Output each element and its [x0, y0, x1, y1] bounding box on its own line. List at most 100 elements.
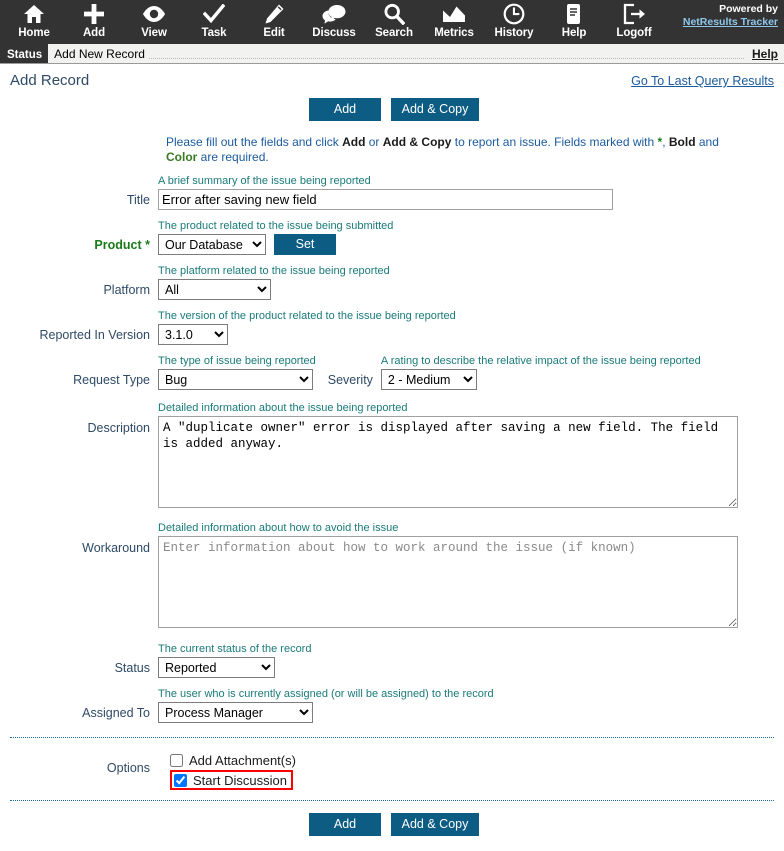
plus-icon: [83, 2, 105, 26]
go-to-last-query-results-link[interactable]: Go To Last Query Results: [631, 74, 774, 88]
field-row-request-type-severity: Request Type The type of issue being rep…: [0, 345, 784, 390]
status-help-link[interactable]: Help: [743, 44, 784, 63]
product-label-text: Product: [94, 238, 142, 252]
add-button-bottom[interactable]: Add: [309, 813, 381, 836]
intro-bold: Bold: [668, 135, 696, 149]
status-dotted-rule: [54, 58, 744, 59]
nav-label-logoff: Logoff: [616, 27, 652, 39]
platform-hint: The platform related to the issue being …: [158, 265, 390, 277]
bottom-button-row: Add Add & Copy: [0, 801, 784, 836]
start-discussion-checkbox[interactable]: [174, 773, 187, 787]
severity-select[interactable]: 2 - Medium: [380, 369, 477, 390]
nav-item-metrics[interactable]: Metrics: [424, 0, 484, 44]
nav-label-history: History: [494, 27, 534, 39]
nav-item-help[interactable]: Help: [544, 0, 604, 44]
nav-label-view: View: [141, 27, 167, 39]
pencil-icon: [263, 2, 285, 26]
add-attachment-checkbox[interactable]: [170, 753, 183, 767]
version-select[interactable]: 3.1.0: [158, 324, 228, 345]
status-help-label: Help: [751, 46, 778, 61]
intro-part1: Please fill out the fields and click: [166, 135, 343, 149]
nav-item-add[interactable]: Add: [64, 0, 124, 44]
intro-color: Color: [166, 150, 198, 164]
add-and-copy-button-top[interactable]: Add & Copy: [391, 98, 479, 121]
product-hint: The product related to the issue being s…: [158, 220, 394, 232]
home-icon: [23, 2, 45, 26]
speech-bubbles-icon: [322, 2, 346, 26]
status-bar: Status Add New Record Help: [0, 44, 784, 64]
field-row-product: Product * The product related to the iss…: [0, 210, 784, 255]
nav-item-task[interactable]: Task: [184, 0, 244, 44]
magnifier-icon: [383, 2, 405, 26]
start-discussion-highlight-box[interactable]: Start Discussion: [170, 770, 293, 790]
workaround-textarea[interactable]: [158, 536, 738, 628]
status-message: Add New Record: [54, 46, 149, 61]
netresults-tracker-link[interactable]: NetResults Tracker: [683, 16, 778, 29]
assigned-to-hint: The user who is currently assigned (or w…: [158, 688, 494, 700]
instructions-text: Please fill out the fields and click Add…: [0, 135, 784, 165]
request-type-select[interactable]: Bug: [158, 369, 313, 390]
exit-icon: [622, 2, 646, 26]
option-add-attachment[interactable]: Add Attachment(s): [158, 750, 784, 770]
intro-part3: to report an issue. Fields marked with: [451, 135, 658, 149]
platform-label: Platform: [103, 283, 150, 297]
assigned-to-label: Assigned To: [82, 706, 150, 720]
nav-label-metrics: Metrics: [434, 27, 474, 39]
intro-part2: or: [365, 135, 383, 149]
nav-item-view[interactable]: View: [124, 0, 184, 44]
severity-label: Severity: [327, 373, 373, 387]
description-label: Description: [87, 421, 150, 435]
description-hint: Detailed information about the issue bei…: [158, 402, 408, 414]
title-hint: A brief summary of the issue being repor…: [158, 175, 371, 187]
nav-label-search: Search: [375, 27, 413, 39]
nav-item-search[interactable]: Search: [364, 0, 424, 44]
nav-item-edit[interactable]: Edit: [244, 0, 304, 44]
title-input[interactable]: [158, 189, 613, 210]
options-label: Options: [106, 761, 150, 775]
page-header: Add Record Go To Last Query Results: [0, 64, 784, 98]
status-field-label: Status: [114, 661, 150, 675]
product-required-marker: *: [145, 238, 150, 252]
chart-icon: [442, 2, 466, 26]
field-row-options: Options Add Attachment(s) Start Discussi…: [0, 738, 784, 790]
nav-label-task: Task: [201, 27, 227, 39]
intro-part6: are required.: [197, 150, 269, 164]
version-hint: The version of the product related to th…: [158, 310, 456, 322]
status-tab-label: Status: [0, 44, 49, 63]
version-label: Reported In Version: [39, 328, 151, 342]
assigned-to-select[interactable]: Process Manager: [158, 702, 313, 723]
add-and-copy-button-bottom[interactable]: Add & Copy: [391, 813, 479, 836]
request-type-label: Request Type: [73, 373, 150, 387]
field-row-version: Reported In Version The version of the p…: [0, 300, 784, 345]
workaround-label: Workaround: [82, 541, 150, 555]
status-select[interactable]: Reported: [158, 657, 275, 678]
option-start-discussion-row: Start Discussion: [170, 770, 784, 790]
nav-item-logoff[interactable]: Logoff: [604, 0, 664, 44]
intro-add-copy: Add & Copy: [382, 135, 452, 149]
nav-label-home: Home: [18, 27, 50, 39]
nav-label-discuss: Discuss: [312, 27, 356, 39]
nav-label-edit: Edit: [263, 27, 285, 39]
nav-item-history[interactable]: History: [484, 0, 544, 44]
platform-select[interactable]: All: [158, 279, 271, 300]
field-row-description: Description Detailed information about t…: [0, 390, 784, 513]
set-product-button[interactable]: Set: [274, 234, 336, 255]
nav-item-home[interactable]: Home: [4, 0, 64, 44]
product-label: Product *: [0, 238, 158, 255]
powered-by-block: Powered by NetResults Tracker: [683, 3, 778, 29]
add-button-top[interactable]: Add: [309, 98, 381, 121]
field-row-workaround: Workaround Detailed information about ho…: [0, 513, 784, 633]
add-attachment-label: Add Attachment(s): [189, 752, 296, 768]
nav-label-help: Help: [561, 27, 587, 39]
description-textarea[interactable]: A "duplicate owner" error is displayed a…: [158, 416, 738, 508]
top-navigation-bar: Home Add View Task Edit Discuss Search M…: [0, 0, 784, 44]
product-select[interactable]: Our Database: [158, 234, 266, 255]
nav-item-discuss[interactable]: Discuss: [304, 0, 364, 44]
field-row-platform: Platform The platform related to the iss…: [0, 255, 784, 300]
field-row-title: Title A brief summary of the issue being…: [0, 165, 784, 210]
powered-by-text: Powered by: [719, 3, 778, 15]
field-row-status: Status The current status of the record …: [0, 633, 784, 678]
intro-part4: ,: [662, 135, 669, 149]
clock-icon: [503, 2, 525, 26]
nav-label-add: Add: [82, 27, 106, 39]
